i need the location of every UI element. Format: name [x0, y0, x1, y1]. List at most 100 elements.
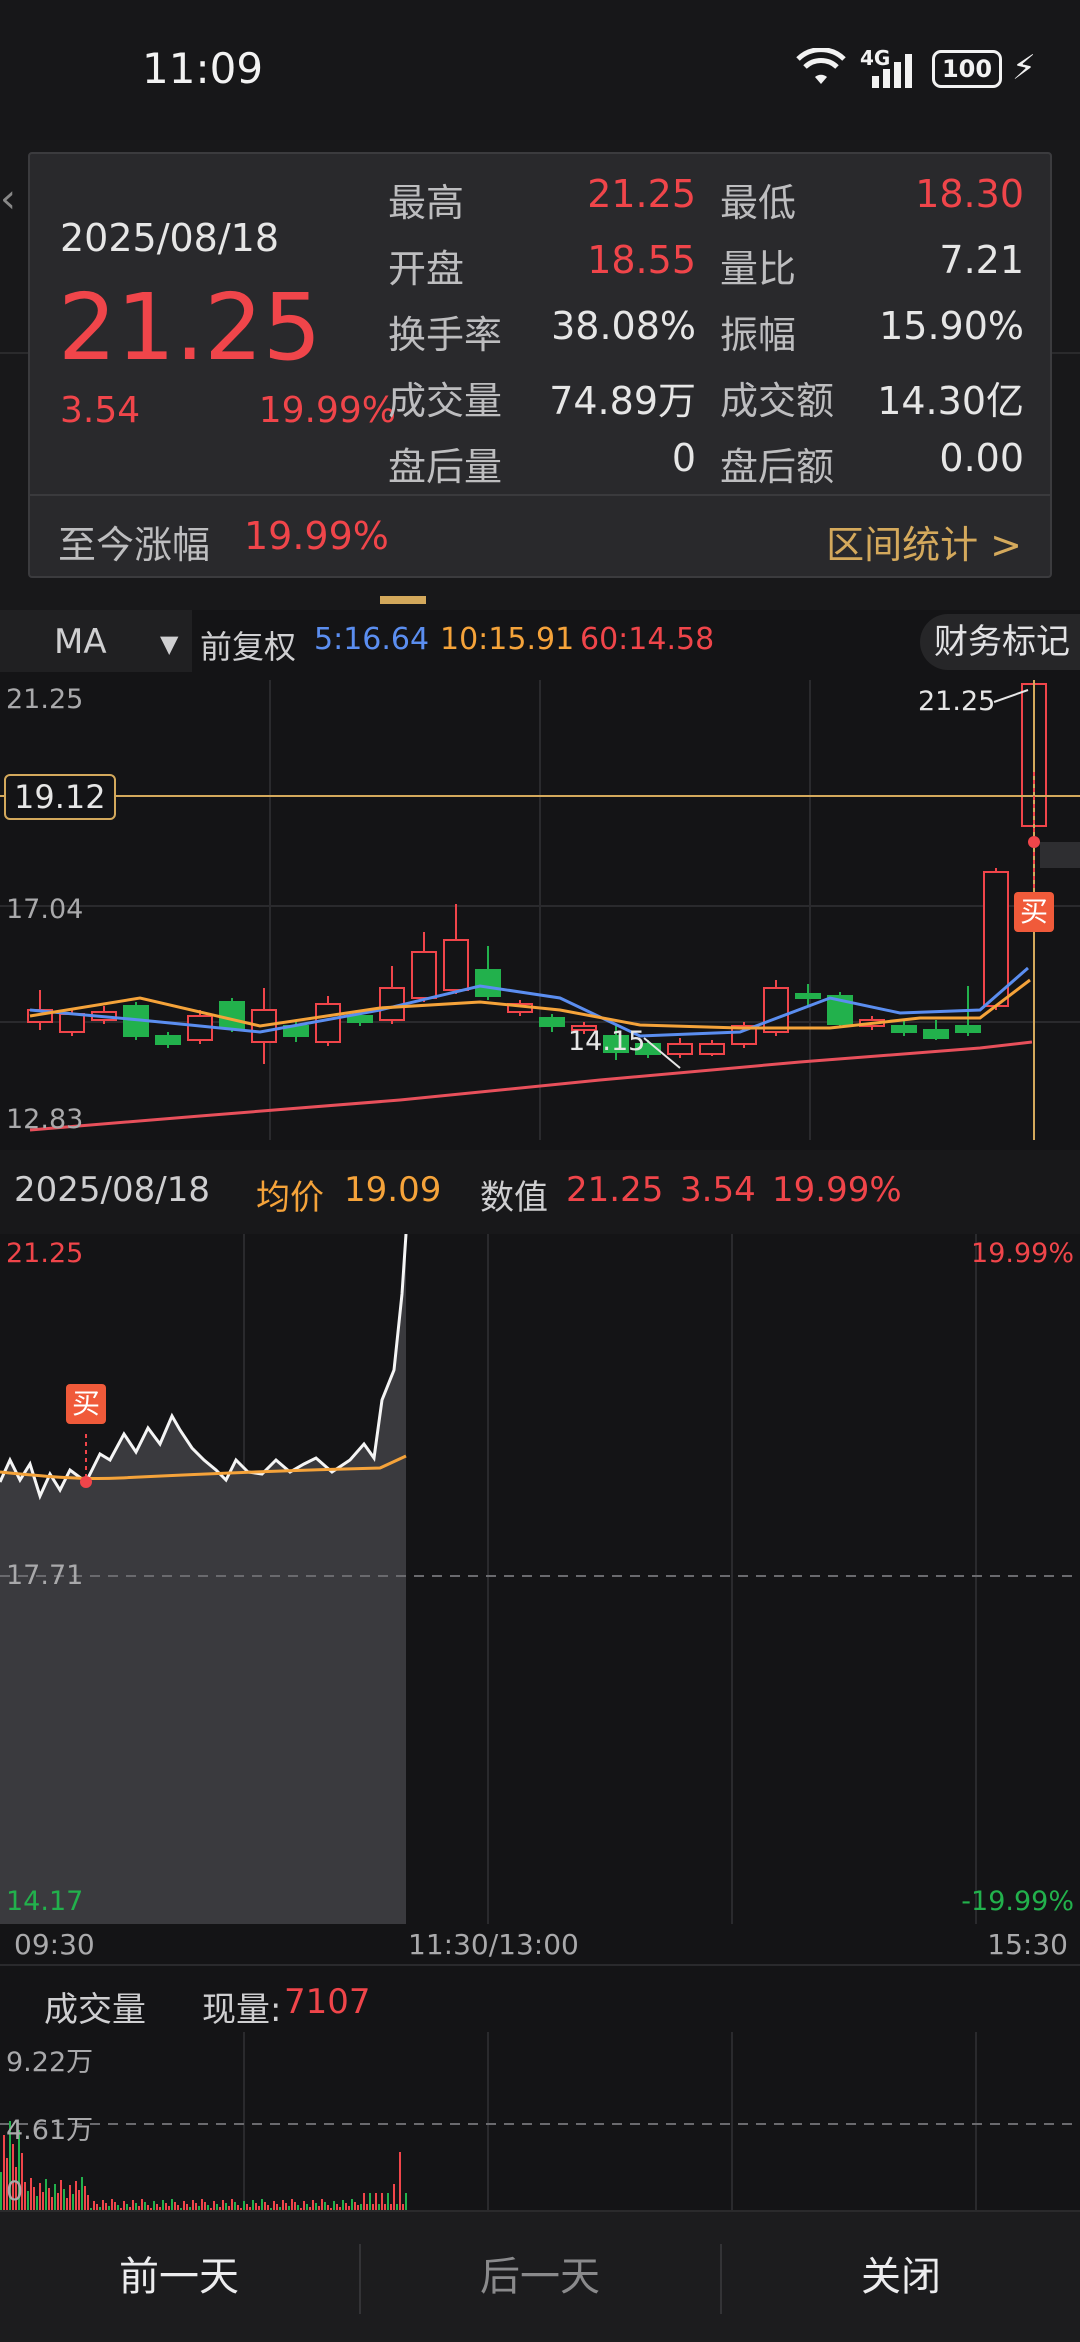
- volume-bar: [81, 2177, 83, 2212]
- avg-price-label: 均价: [256, 1178, 324, 1218]
- volume-y-label: 0: [6, 2176, 24, 2207]
- tab-indicator: [380, 596, 426, 604]
- time-start: 09:30: [14, 1928, 95, 1961]
- stat-value: 74.89万: [549, 379, 696, 423]
- volume-y-label: 9.22万: [6, 2047, 94, 2078]
- buy-marker-dot: [80, 1476, 92, 1488]
- volume-header: 成交量 现量: 7107: [0, 1966, 1080, 2032]
- range-stats-link[interactable]: 区间统计 >: [826, 514, 1022, 569]
- volume-y-label: 4.61万: [6, 2115, 94, 2146]
- intraday-price-high: 21.25: [6, 1238, 84, 1269]
- candle-body: [219, 1001, 245, 1029]
- volume-bar: [3, 2135, 5, 2212]
- volume-bar: [30, 2178, 32, 2212]
- stat-value: 14.30亿: [877, 379, 1024, 423]
- stat-value: 0: [671, 436, 696, 480]
- candle-body: [891, 1025, 917, 1033]
- candle-body: [983, 871, 1009, 1007]
- finance-mark-button[interactable]: 财务标记: [920, 614, 1080, 670]
- charging-icon: ⚡: [1012, 48, 1036, 88]
- volume-bar: [45, 2179, 47, 2212]
- current-volume-value: 7107: [284, 1982, 371, 2022]
- kline-y-label: 21.25: [6, 684, 84, 715]
- buy-marker-dot: [1028, 836, 1040, 848]
- buy-badge[interactable]: 买: [66, 1384, 106, 1424]
- current-change: 3.54: [680, 1170, 756, 1210]
- volume-bar: [63, 2189, 65, 2212]
- indicator-select-label: MA: [54, 622, 107, 662]
- intraday-price-mid: 17.71: [6, 1560, 84, 1591]
- intraday-price-low: 14.17: [6, 1886, 84, 1917]
- intraday-pct-high: 19.99%: [971, 1238, 1074, 1269]
- stat-value: 18.55: [587, 238, 696, 282]
- prev-day-button[interactable]: 前一天: [0, 2212, 358, 2342]
- volume-bg: [0, 2032, 1080, 2212]
- stat-label: 换手率: [388, 313, 503, 357]
- time-mid: 11:30/13:00: [408, 1928, 579, 1961]
- popup-change-pct: 19.99%: [258, 390, 396, 431]
- volume-bar: [75, 2181, 77, 2212]
- stat-value: 21.25: [587, 172, 696, 216]
- avg-price-value: 19.09: [344, 1170, 442, 1210]
- ma5-value: 5:16.64: [314, 622, 430, 657]
- status-bar: 11:09 4G 100 ⚡: [0, 0, 1080, 140]
- candle-body: [923, 1029, 949, 1039]
- intraday-pct-low: -19.99%: [961, 1886, 1074, 1917]
- quote-detail-popup: 2025/08/18 21.25 3.54 19.99% 最高 21.25 最低…: [28, 152, 1052, 578]
- next-day-button[interactable]: 后一天: [361, 2212, 719, 2342]
- stat-value: 38.08%: [551, 304, 696, 348]
- candle-body: [155, 1035, 181, 1045]
- volume-bar: [24, 2182, 26, 2212]
- crosshair-price-label: 19.12: [4, 774, 116, 820]
- adjust-mode[interactable]: 前复权: [200, 622, 296, 668]
- stat-label: 开盘: [388, 247, 465, 291]
- stat-value: 0.00: [939, 436, 1024, 480]
- volume-bar: [78, 2190, 80, 2212]
- stat-label: 最高: [388, 181, 465, 225]
- current-price: 21.25: [566, 1170, 664, 1210]
- bottom-nav: 前一天 后一天 关闭: [0, 2210, 1080, 2342]
- volume-chart: [0, 2032, 1080, 2212]
- volume-bar: [54, 2184, 56, 2212]
- popup-change: 3.54: [60, 390, 141, 431]
- intraday-header: 2025/08/18 均价 19.09 数值 21.25 3.54 19.99%: [0, 1150, 1080, 1234]
- candle-body: [699, 1043, 725, 1055]
- stat-label: 振幅: [720, 313, 797, 357]
- stat-label: 成交量: [388, 379, 503, 423]
- volume-bar: [27, 2191, 29, 2212]
- time-axis: 09:30 11:30/13:00 15:30: [0, 1924, 1080, 1964]
- candle-body: [411, 951, 437, 999]
- indicator-bar: MA ▼ 前复权 5:16.64 10:15.91 60:14.58 财务标记: [0, 610, 1080, 680]
- popup-divider: [30, 494, 1050, 496]
- candle-body: [475, 969, 501, 997]
- current-change-pct: 19.99%: [772, 1170, 902, 1210]
- stat-value: 15.90%: [879, 304, 1024, 348]
- kline-y-label: 12.83: [6, 1104, 84, 1135]
- high-annotation: 21.25: [918, 686, 996, 717]
- candle-body: [795, 993, 821, 999]
- intraday-chart[interactable]: [0, 1234, 1080, 1924]
- stat-label: 成交额: [720, 379, 835, 423]
- buy-badge[interactable]: 买: [1014, 892, 1054, 932]
- stat-label: 量比: [720, 247, 797, 291]
- stat-label: 盘后额: [720, 445, 835, 489]
- wifi-icon: [796, 48, 846, 84]
- candle-body: [763, 987, 789, 1033]
- volume-bar: [84, 2186, 86, 2212]
- candle-body: [667, 1043, 693, 1055]
- stat-value: 18.30: [915, 172, 1024, 216]
- volume-bar: [48, 2188, 50, 2212]
- volume-bar: [399, 2152, 401, 2212]
- close-button[interactable]: 关闭: [722, 2212, 1080, 2342]
- kline-chart[interactable]: [0, 680, 1080, 1140]
- intraday-date: 2025/08/18: [14, 1170, 210, 1210]
- ma60-value: 60:14.58: [580, 622, 715, 657]
- indicator-select[interactable]: MA ▼: [0, 610, 192, 672]
- candle-body: [443, 939, 469, 991]
- candle-body: [955, 1025, 981, 1033]
- value-label: 数值: [480, 1178, 548, 1218]
- stat-label: 最低: [720, 181, 797, 225]
- signal-icon: [872, 54, 912, 88]
- time-end: 15:30: [987, 1928, 1068, 1961]
- volume-bar: [39, 2183, 41, 2212]
